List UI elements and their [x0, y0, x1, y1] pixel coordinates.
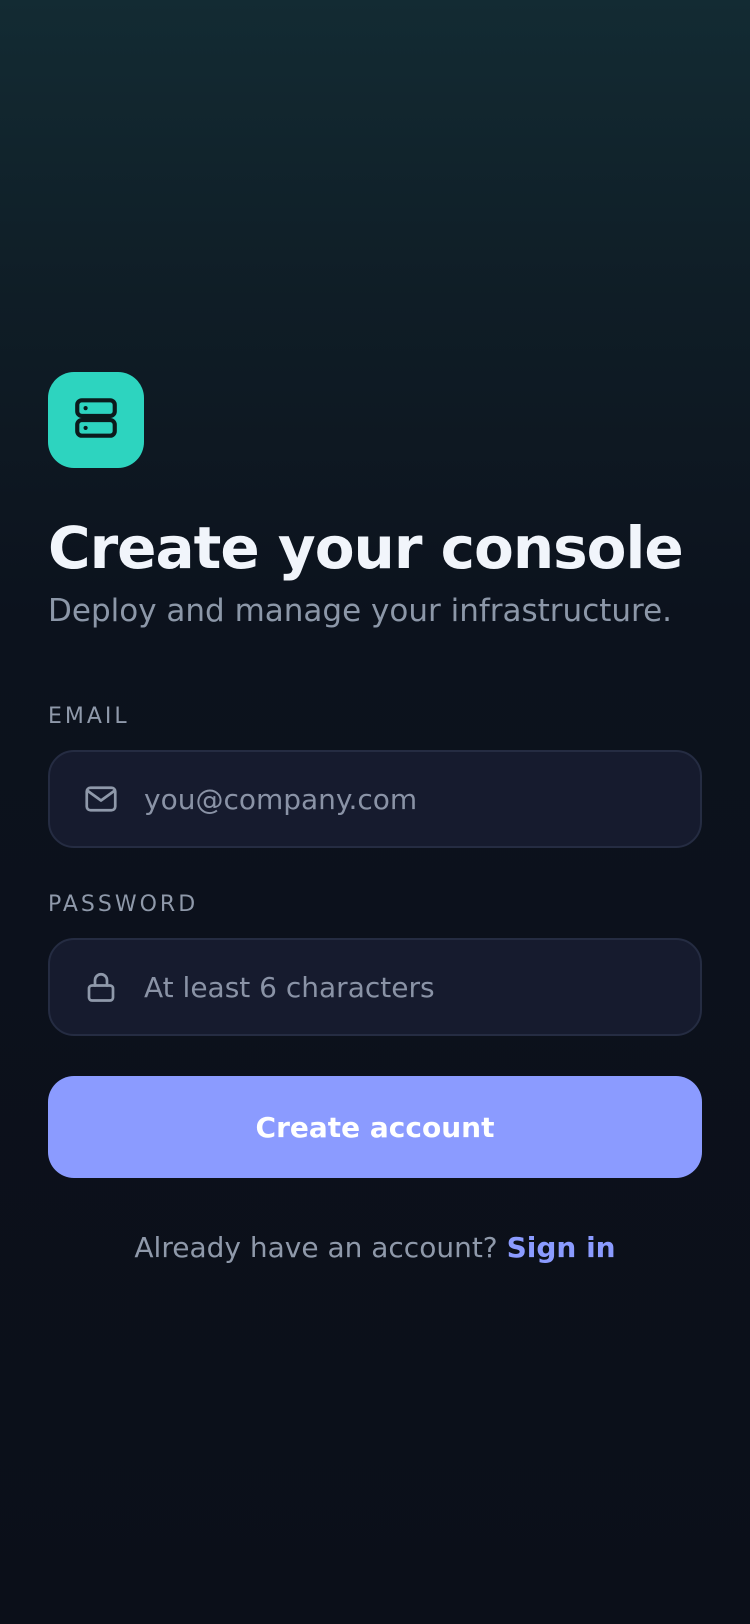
- app-logo: [48, 372, 144, 468]
- password-field-container[interactable]: [48, 938, 702, 1036]
- lock-icon: [82, 968, 120, 1006]
- sign-in-link[interactable]: Sign in: [507, 1231, 616, 1264]
- password-field[interactable]: [144, 957, 700, 1017]
- create-account-button[interactable]: Create account: [48, 1076, 702, 1178]
- mail-icon: [82, 780, 120, 818]
- email-field[interactable]: [144, 769, 700, 829]
- email-field-container[interactable]: [48, 750, 702, 848]
- signup-container: Create your console Deploy and manage yo…: [48, 372, 702, 1268]
- password-label: PASSWORD: [48, 892, 199, 917]
- email-label: EMAIL: [48, 704, 130, 729]
- page-title: Create your console: [48, 514, 684, 582]
- server-icon: [71, 393, 121, 447]
- signin-prompt-text: Already have an account?: [134, 1231, 498, 1264]
- signin-prompt: Already have an account? Sign in: [48, 1228, 702, 1268]
- page-subtitle: Deploy and manage your infrastructure.: [48, 593, 673, 629]
